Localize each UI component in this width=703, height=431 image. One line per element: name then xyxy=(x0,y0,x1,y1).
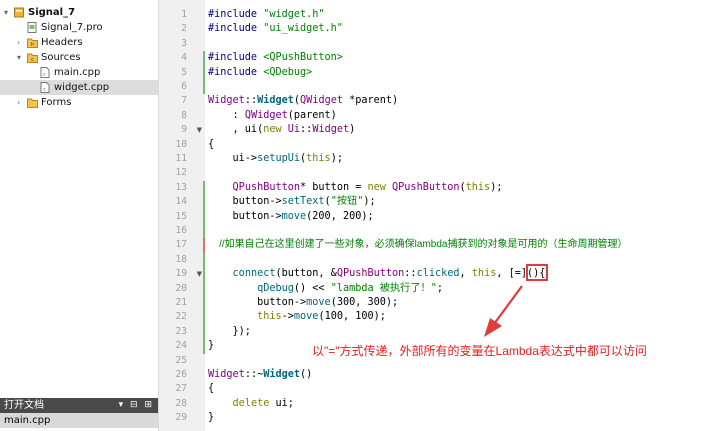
project-icon xyxy=(14,7,24,18)
line-number: 5 xyxy=(181,66,187,78)
code-line: #include "widget.h" xyxy=(208,9,325,20)
line-number: 23 xyxy=(175,325,187,337)
code-line: #include "ui_widget.h" xyxy=(208,23,343,35)
open-document-label: main.cpp xyxy=(4,415,51,426)
code-line: button->setText("按钮"); xyxy=(208,196,376,208)
line-number: 15 xyxy=(175,210,187,222)
code-line: Widget::~Widget() xyxy=(208,369,313,380)
open-documents-header: 打开文档 ▾ ⊟ ⊞ xyxy=(0,398,158,413)
tree-item-main-cpp[interactable]: c main.cpp xyxy=(0,65,158,80)
line-number: 16 xyxy=(175,225,187,236)
code-line: ui->setupUi(this); xyxy=(208,153,343,164)
project-sidebar: ▾ Signal_7 Signal_7.pro › h Headers ▾ c Sources c… xyxy=(0,0,159,431)
line-number: 28 xyxy=(175,397,187,409)
expand-arrow-icon[interactable]: ▾ xyxy=(17,50,21,65)
tree-item-signal-7-pro[interactable]: Signal_7.pro xyxy=(0,20,158,35)
tree-item-label: main.cpp xyxy=(54,67,101,78)
tree-item-signal-7[interactable]: ▾ Signal_7 xyxy=(0,5,158,20)
code-line: #include <QPushButton> xyxy=(208,52,343,64)
line-number: 11 xyxy=(175,153,187,164)
line-number: 14 xyxy=(175,196,187,208)
panel-buttons[interactable]: ▾ ⊟ ⊞ xyxy=(119,398,154,413)
cpp-file-icon: c xyxy=(40,67,50,78)
code-line: this->move(100, 100); xyxy=(257,311,386,323)
line-number: 17 xyxy=(175,239,187,251)
code-line: { xyxy=(208,383,215,395)
line-number-gutter: 1 2 3 4 5 6 7 8 9 ▼ 10 11 12 13 14 15 16 17 18 19 ▼ 20 21 22 23 2… xyxy=(159,0,205,431)
collapse-arrow-icon[interactable]: › xyxy=(17,95,20,110)
line-number: 7 xyxy=(181,95,187,107)
line-number: 24 xyxy=(175,340,187,352)
code-line: } xyxy=(208,340,215,352)
code-line: //如果自己在这里创建了一些对象，必须确保lambda捕获到的对象是可用的（生命… xyxy=(208,239,628,251)
code-line: connect(button, &QPushButton::clicked, t… xyxy=(232,268,546,280)
line-number: 18 xyxy=(175,253,187,265)
capture-highlight-box xyxy=(526,264,548,281)
line-number: 1 xyxy=(181,9,187,20)
tree-item-headers[interactable]: › h Headers xyxy=(0,35,158,50)
svg-text:c: c xyxy=(31,57,34,63)
line-number: 21 xyxy=(175,297,187,308)
code-line: : QWidget(parent) xyxy=(208,109,337,121)
tree-item-label: Forms xyxy=(41,97,72,108)
cpp-file-icon: c xyxy=(40,82,50,93)
tree-item-widget-cpp[interactable]: c widget.cpp xyxy=(0,80,158,95)
code-line: , ui(new Ui::Widget) xyxy=(208,124,356,136)
forms-folder-icon xyxy=(27,97,38,108)
code-line: Widget::Widget(QWidget *parent) xyxy=(208,95,399,107)
headers-folder-icon: h xyxy=(27,37,38,48)
tree-item-label: widget.cpp xyxy=(54,82,110,93)
code-line: delete ui; xyxy=(232,397,294,409)
line-number: 3 xyxy=(181,37,187,49)
annotation-arrow xyxy=(484,285,523,337)
line-number: 22 xyxy=(175,311,187,323)
code-line: }); xyxy=(208,325,251,337)
line-number: 19 xyxy=(175,268,187,280)
code-line: #include <QDebug> xyxy=(208,66,313,78)
pro-file-icon xyxy=(27,22,37,33)
sources-folder-icon: c xyxy=(27,52,38,63)
code-line: QPushButton* button = new QPushButton(th… xyxy=(232,181,503,193)
tree-item-sources[interactable]: ▾ c Sources xyxy=(0,50,158,65)
fold-arrow-icon[interactable]: ▼ xyxy=(197,267,202,281)
code-line: button->move(200, 200); xyxy=(208,210,374,222)
tree-item-label: Signal_7 xyxy=(28,7,76,18)
open-document-item[interactable]: main.cpp xyxy=(0,413,158,428)
line-number: 26 xyxy=(175,369,187,380)
code-line: { xyxy=(208,138,215,150)
fold-arrow-icon[interactable]: ▼ xyxy=(197,123,202,137)
code-line: button->move(300, 300); xyxy=(208,297,399,308)
code-line: qDebug() << "lambda 被执行了！"; xyxy=(257,282,443,294)
tree-item-label: Headers xyxy=(41,37,83,48)
tree-item-label: Signal_7.pro xyxy=(41,22,103,33)
annotation-text: 以"="方式传递，外部所有的变量在Lambda表达式中都可以访问 xyxy=(312,344,647,358)
line-number: 6 xyxy=(181,81,187,92)
line-number: 13 xyxy=(175,181,187,193)
line-number: 8 xyxy=(181,109,187,121)
expand-arrow-icon[interactable]: ▾ xyxy=(4,5,8,20)
code-line: } xyxy=(208,412,215,424)
collapse-arrow-icon[interactable]: › xyxy=(17,35,20,50)
line-number: 25 xyxy=(175,354,187,366)
line-number: 10 xyxy=(175,138,187,150)
line-number: 4 xyxy=(181,52,187,64)
tree-item-label: Sources xyxy=(41,52,81,63)
line-number: 12 xyxy=(175,167,187,179)
line-number: 27 xyxy=(175,383,187,395)
tree-item-forms[interactable]: › Forms xyxy=(0,95,158,110)
line-number: 2 xyxy=(181,23,187,35)
line-number: 9 xyxy=(181,124,187,136)
open-documents-title: 打开文档 xyxy=(4,400,44,411)
line-number: 29 xyxy=(175,412,187,424)
line-number: 20 xyxy=(175,282,187,294)
svg-text:h: h xyxy=(31,42,34,48)
code-editor[interactable]: #include "widget.h" #include "ui_widget.h… xyxy=(205,0,703,431)
